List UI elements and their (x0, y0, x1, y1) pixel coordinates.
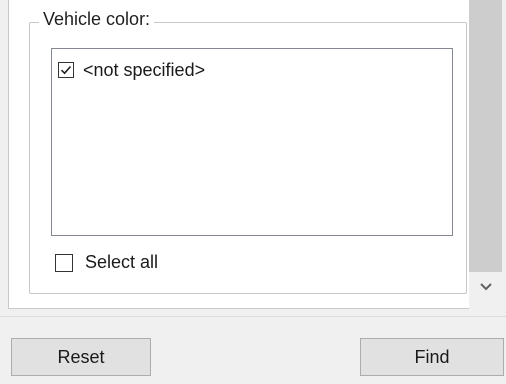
find-button[interactable]: Find (360, 338, 504, 376)
chevron-down-icon (479, 283, 492, 291)
footer-divider (0, 316, 506, 317)
vehicle-color-list[interactable]: <not specified> (51, 48, 453, 236)
vertical-scrollbar[interactable] (469, 0, 502, 308)
select-all-label: Select all (85, 252, 159, 272)
filter-panel: Vehicle color: <not specified> Select al… (0, 0, 506, 314)
select-all-checkbox[interactable] (55, 253, 73, 272)
list-item-label: <not specified> (83, 59, 206, 80)
select-all-option[interactable]: Select all (55, 252, 158, 273)
scroll-down-button[interactable] (469, 272, 502, 302)
check-icon (60, 65, 72, 75)
vehicle-color-legend: Vehicle color: (39, 9, 155, 30)
reset-button[interactable]: Reset (11, 338, 151, 376)
scroll-content: Vehicle color: <not specified> Select al… (8, 0, 469, 309)
scroll-thumb[interactable] (469, 0, 502, 272)
list-item[interactable]: <not specified> (58, 59, 205, 81)
not-specified-checkbox[interactable] (58, 62, 74, 78)
